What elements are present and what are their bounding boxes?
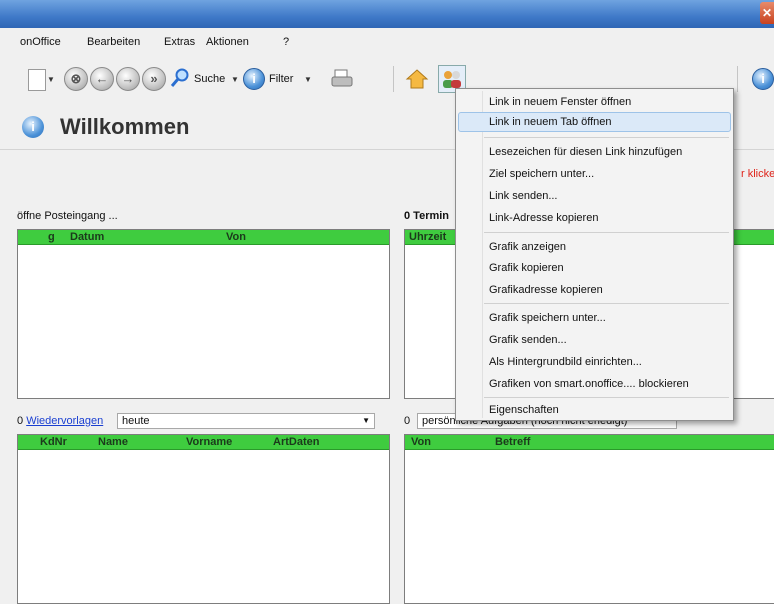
menu-bearbeiten[interactable]: Bearbeiten	[87, 36, 140, 48]
welcome-info-icon: i	[22, 116, 44, 138]
menu-add-bookmark[interactable]: Lesezeichen für diesen Link hinzufügen	[456, 142, 733, 162]
col-datum[interactable]: Datum	[70, 231, 104, 243]
posteingang-grid-header: g Datum Von	[18, 230, 389, 245]
menu-send-image[interactable]: Grafik senden...	[456, 330, 733, 350]
filter-info-icon[interactable]: i	[243, 68, 265, 90]
menu-item-label: Link senden...	[489, 190, 558, 202]
print-icon[interactable]	[330, 68, 354, 90]
red-hint-link[interactable]: r klicken	[741, 168, 774, 180]
aufgaben-count: 0	[404, 415, 411, 427]
wiedervorlagen-grid-header: KdNr Name Vorname ArtDaten	[18, 435, 389, 450]
menu-aktionen[interactable]: Aktionen	[206, 36, 249, 48]
menu-save-image[interactable]: Grafik speichern unter...	[456, 308, 733, 328]
menu-open-new-tab[interactable]: Link in neuem Tab öffnen	[458, 112, 731, 132]
search-icon[interactable]	[170, 68, 190, 88]
stop-icon[interactable]: ⊗	[64, 67, 88, 91]
menu-block-images[interactable]: Grafiken von smart.onoffice.... blockier…	[456, 374, 733, 394]
window-close-button[interactable]: ✕	[760, 2, 774, 24]
new-document-icon[interactable]	[28, 69, 46, 91]
menu-item-label: Link in neuem Tab öffnen	[489, 116, 612, 128]
menu-set-background[interactable]: Als Hintergrundbild einrichten...	[456, 352, 733, 372]
chevron-down-icon: ▼	[362, 416, 370, 425]
menu-item-label: Als Hintergrundbild einrichten...	[489, 356, 642, 368]
wiedervorlagen-filter-value: heute	[122, 415, 150, 427]
menu-copy-link-address[interactable]: Link-Adresse kopieren	[456, 208, 733, 228]
wiedervorlagen-grid: KdNr Name Vorname ArtDaten	[17, 434, 390, 604]
context-menu: Link in neuem Fenster öffnen Link in neu…	[455, 88, 734, 421]
page-title: Willkommen	[60, 114, 190, 139]
menu-item-label: Lesezeichen für diesen Link hinzufügen	[489, 146, 683, 158]
menu-copy-image[interactable]: Grafik kopieren	[456, 258, 733, 278]
search-dropdown-caret[interactable]: ▼	[231, 75, 239, 84]
filter-label[interactable]: Filter	[269, 73, 293, 85]
menu-item-label: Link-Adresse kopieren	[489, 212, 599, 224]
filter-dropdown-caret[interactable]: ▼	[304, 75, 312, 84]
menu-item-label: Grafikadresse kopieren	[489, 284, 603, 296]
wiedervorlagen-row: 0 Wiedervorlagen	[17, 415, 103, 427]
col-kdnr[interactable]: KdNr	[40, 436, 67, 448]
col-vorname[interactable]: Vorname	[186, 436, 232, 448]
menu-onoffice[interactable]: onOffice	[20, 36, 61, 48]
col-von[interactable]: Von	[226, 231, 246, 243]
menubar: onOffice Bearbeiten Extras Aktionen ?	[0, 34, 774, 52]
menu-help[interactable]: ?	[283, 36, 289, 48]
search-label[interactable]: Suche	[194, 73, 225, 85]
new-dropdown-caret[interactable]: ▼	[47, 75, 55, 84]
col-betreff[interactable]: Betreff	[495, 436, 530, 448]
info-icon[interactable]: i	[752, 68, 774, 90]
menu-open-new-window[interactable]: Link in neuem Fenster öffnen	[456, 92, 733, 112]
window-titlebar	[0, 0, 774, 28]
wiedervorlagen-filter-select[interactable]: heute ▼	[117, 413, 375, 429]
home-icon[interactable]	[405, 68, 429, 90]
col-name[interactable]: Name	[98, 436, 128, 448]
aufgaben-grid: Von Betreff	[404, 434, 774, 604]
aufgaben-row: 0	[404, 415, 410, 427]
menu-item-label: Link in neuem Fenster öffnen	[489, 96, 632, 108]
menu-item-label: Grafik kopieren	[489, 262, 564, 274]
menu-properties[interactable]: Eigenschaften	[456, 400, 733, 420]
wiedervorlagen-link[interactable]: Wiedervorlagen	[26, 415, 103, 427]
menu-extras[interactable]: Extras	[164, 36, 195, 48]
menu-item-label: Ziel speichern unter...	[489, 168, 595, 180]
aufgaben-grid-header: Von Betreff	[405, 435, 774, 450]
posteingang-grid: g Datum Von	[17, 229, 390, 399]
forward-icon[interactable]: →	[116, 67, 140, 91]
termine-label: 0 Termin	[404, 210, 450, 222]
col-artdaten[interactable]: ArtDaten	[273, 436, 319, 448]
menu-send-link[interactable]: Link senden...	[456, 186, 733, 206]
back-icon[interactable]: ←	[90, 67, 114, 91]
menu-item-label: Grafik senden...	[489, 334, 567, 346]
menu-item-label: Grafik speichern unter...	[489, 312, 606, 324]
posteingang-label[interactable]: öffne Posteingang ...	[17, 210, 118, 222]
menu-item-label: Eigenschaften	[489, 404, 559, 416]
menu-save-target[interactable]: Ziel speichern unter...	[456, 164, 733, 184]
menu-item-label: Grafiken von smart.onoffice.... blockier…	[489, 378, 689, 390]
col-g[interactable]: g	[48, 231, 55, 243]
menu-copy-image-address[interactable]: Grafikadresse kopieren	[456, 280, 733, 300]
skip-forward-icon[interactable]: »	[142, 67, 166, 91]
col-von[interactable]: Von	[411, 436, 431, 448]
col-uhrzeit[interactable]: Uhrzeit	[409, 231, 446, 243]
menu-view-image[interactable]: Grafik anzeigen	[456, 237, 733, 257]
menu-item-label: Grafik anzeigen	[489, 241, 567, 253]
wiedervorlagen-count: 0	[17, 415, 24, 427]
